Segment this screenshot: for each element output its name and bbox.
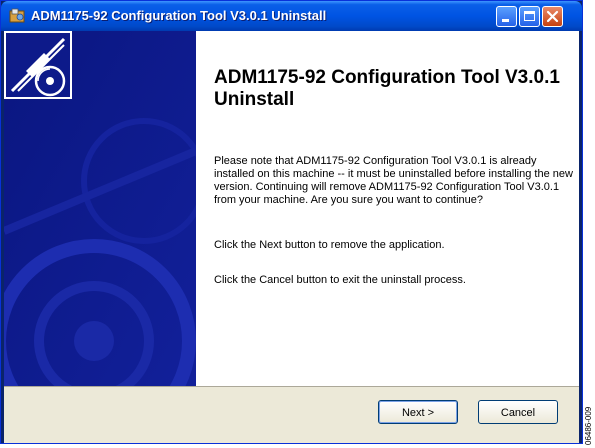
close-icon	[546, 10, 559, 23]
minimize-button[interactable]	[496, 6, 517, 27]
figure-code: 06486-009	[584, 406, 593, 445]
maximize-icon	[524, 11, 535, 21]
button-bar: Next > Cancel	[4, 386, 579, 443]
window-title: ADM1175-92 Configuration Tool V3.0.1 Uni…	[31, 8, 327, 23]
maximize-button[interactable]	[519, 6, 540, 27]
cancel-hint-text: Click the Cancel button to exit the unin…	[214, 274, 466, 286]
page-heading: ADM1175-92 Configuration Tool V3.0.1 Uni…	[214, 67, 560, 110]
wizard-banner	[4, 31, 196, 386]
cancel-button[interactable]: Cancel	[478, 400, 558, 424]
next-button[interactable]: Next >	[378, 400, 458, 424]
close-button[interactable]	[542, 6, 563, 27]
uninstall-notice-text: Please note that ADM1175-92 Configuratio…	[214, 155, 573, 206]
next-hint-text: Click the Next button to remove the appl…	[214, 239, 445, 251]
installer-window: ADM1175-92 Configuration Tool V3.0.1 Uni…	[0, 0, 583, 444]
title-bar[interactable]: ADM1175-92 Configuration Tool V3.0.1 Uni…	[1, 1, 582, 31]
wizard-content: ADM1175-92 Configuration Tool V3.0.1 Uni…	[4, 31, 579, 386]
app-installer-icon	[9, 8, 25, 23]
minimize-icon	[502, 19, 509, 22]
installer-logo-icon	[4, 31, 72, 99]
